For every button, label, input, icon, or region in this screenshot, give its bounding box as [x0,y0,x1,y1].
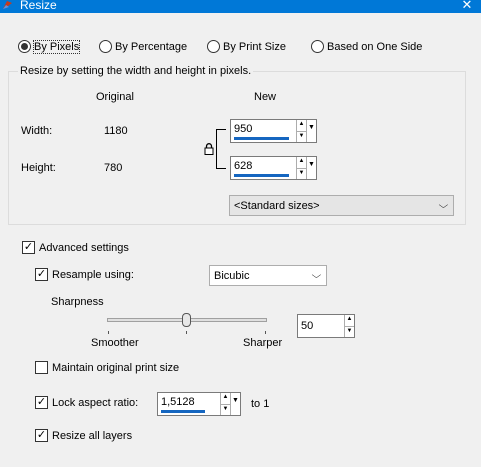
sharpness-stepper[interactable]: 50 ▲ ▼ [297,314,355,338]
original-width-value: 1180 [104,125,128,137]
dropdown-arrow-icon[interactable]: ▼ [306,157,316,179]
window-title: Resize [20,0,57,12]
lock-aspect-checkbox[interactable]: ✓ Lock aspect ratio: [35,396,138,409]
checkmark-icon: ✓ [22,241,35,254]
slider-tick [186,331,187,334]
new-width-input[interactable]: 950 [231,120,296,142]
resample-checkbox[interactable]: ✓ Resample using: [35,268,134,281]
aspect-ratio-value: 1,5128 [161,396,195,408]
standard-sizes-value: <Standard sizes> [234,199,320,212]
height-label: Height: [21,162,56,174]
spin-arrows[interactable]: ▲ ▼ [220,393,230,415]
app-icon [3,1,12,9]
maintain-print-size-label: Maintain original print size [52,361,180,374]
radio-by-print-size[interactable]: By Print Size [207,40,286,53]
dropdown-arrow-icon[interactable]: ▼ [230,393,240,415]
dropdown-arrow-icon[interactable]: ▼ [306,120,316,142]
radio-by-percentage[interactable]: By Percentage [99,40,187,53]
checkmark-icon: ✓ [35,429,48,442]
original-height-value: 780 [104,162,123,174]
title-bar [0,0,481,13]
spin-up-icon: ▲ [221,393,230,405]
aspect-ratio-stepper[interactable]: 1,5128 ▲ ▼ ▼ [157,392,241,416]
radio-label: By Percentage [115,40,188,53]
chevron-down-icon: ⌵ [311,270,322,280]
sharper-label: Sharper [243,337,283,349]
checkmark-icon: ✓ [35,268,48,281]
group-caption: Resize by setting the width and height i… [18,65,254,77]
new-header: New [254,91,277,103]
smoother-label: Smoother [91,337,139,349]
slider-tick [265,331,266,334]
radio-label: By Pixels [32,39,81,54]
resize-all-layers-label: Resize all layers [52,429,133,442]
new-height-value: 628 [234,160,253,172]
spin-down-icon: ▼ [346,327,353,334]
checkbox-box [35,361,48,374]
aspect-ratio-input[interactable]: 1,5128 [158,393,220,415]
new-width-value: 950 [234,123,253,135]
checkmark-icon: ✓ [35,396,48,409]
spin-arrows[interactable]: ▲ ▼ [344,315,354,337]
radio-label: Based on One Side [327,40,423,53]
close-icon[interactable]: ✕ [460,0,474,11]
spin-arrows[interactable]: ▲ ▼ [296,120,306,142]
radio-circle [99,40,112,53]
spin-down-icon: ▼ [298,132,305,139]
radio-dot [21,43,28,50]
new-width-stepper[interactable]: 950 ▲ ▼ ▼ [230,119,317,143]
sharpness-label: Sharpness [51,296,104,308]
spin-arrows[interactable]: ▲ ▼ [296,157,306,179]
advanced-settings-checkbox[interactable]: ✓ Advanced settings [22,241,129,254]
new-height-stepper[interactable]: 628 ▲ ▼ ▼ [230,156,317,180]
focus-underline [234,137,289,140]
link-bracket [216,129,226,169]
resample-method-value: Bicubic [214,269,250,282]
standard-sizes-dropdown[interactable]: <Standard sizes> ⌵ [229,195,454,216]
spin-up-icon: ▲ [297,120,306,132]
to-one-label: to 1 [251,398,270,410]
spin-up-icon: ▲ [297,157,306,169]
new-height-input[interactable]: 628 [231,157,296,179]
sharpness-slider-thumb[interactable] [182,313,191,327]
resample-method-dropdown[interactable]: Bicubic ⌵ [209,265,327,286]
spin-down-icon: ▼ [298,169,305,176]
radio-label: By Print Size [223,40,286,53]
resample-label: Resample using: [52,268,134,281]
chevron-down-icon: ⌵ [438,200,449,210]
width-label: Width: [21,125,53,137]
spin-up-icon: ▲ [345,315,354,327]
lock-icon[interactable] [204,143,214,155]
radio-circle [311,40,324,53]
radio-circle [207,40,220,53]
sharpness-input[interactable]: 50 [298,315,344,337]
lock-aspect-label: Lock aspect ratio: [52,396,139,409]
resize-all-layers-checkbox[interactable]: ✓ Resize all layers [35,429,132,442]
radio-by-pixels[interactable]: By Pixels [18,39,81,54]
radio-based-on-one-side[interactable]: Based on One Side [311,40,422,53]
sharpness-value: 50 [301,320,314,332]
original-header: Original [96,91,134,103]
radio-circle [18,40,31,53]
focus-underline [234,174,289,177]
spin-down-icon: ▼ [222,405,229,412]
slider-tick [108,331,109,334]
focus-underline [161,410,205,413]
maintain-print-size-checkbox[interactable]: Maintain original print size [35,361,179,374]
advanced-settings-label: Advanced settings [39,241,129,254]
